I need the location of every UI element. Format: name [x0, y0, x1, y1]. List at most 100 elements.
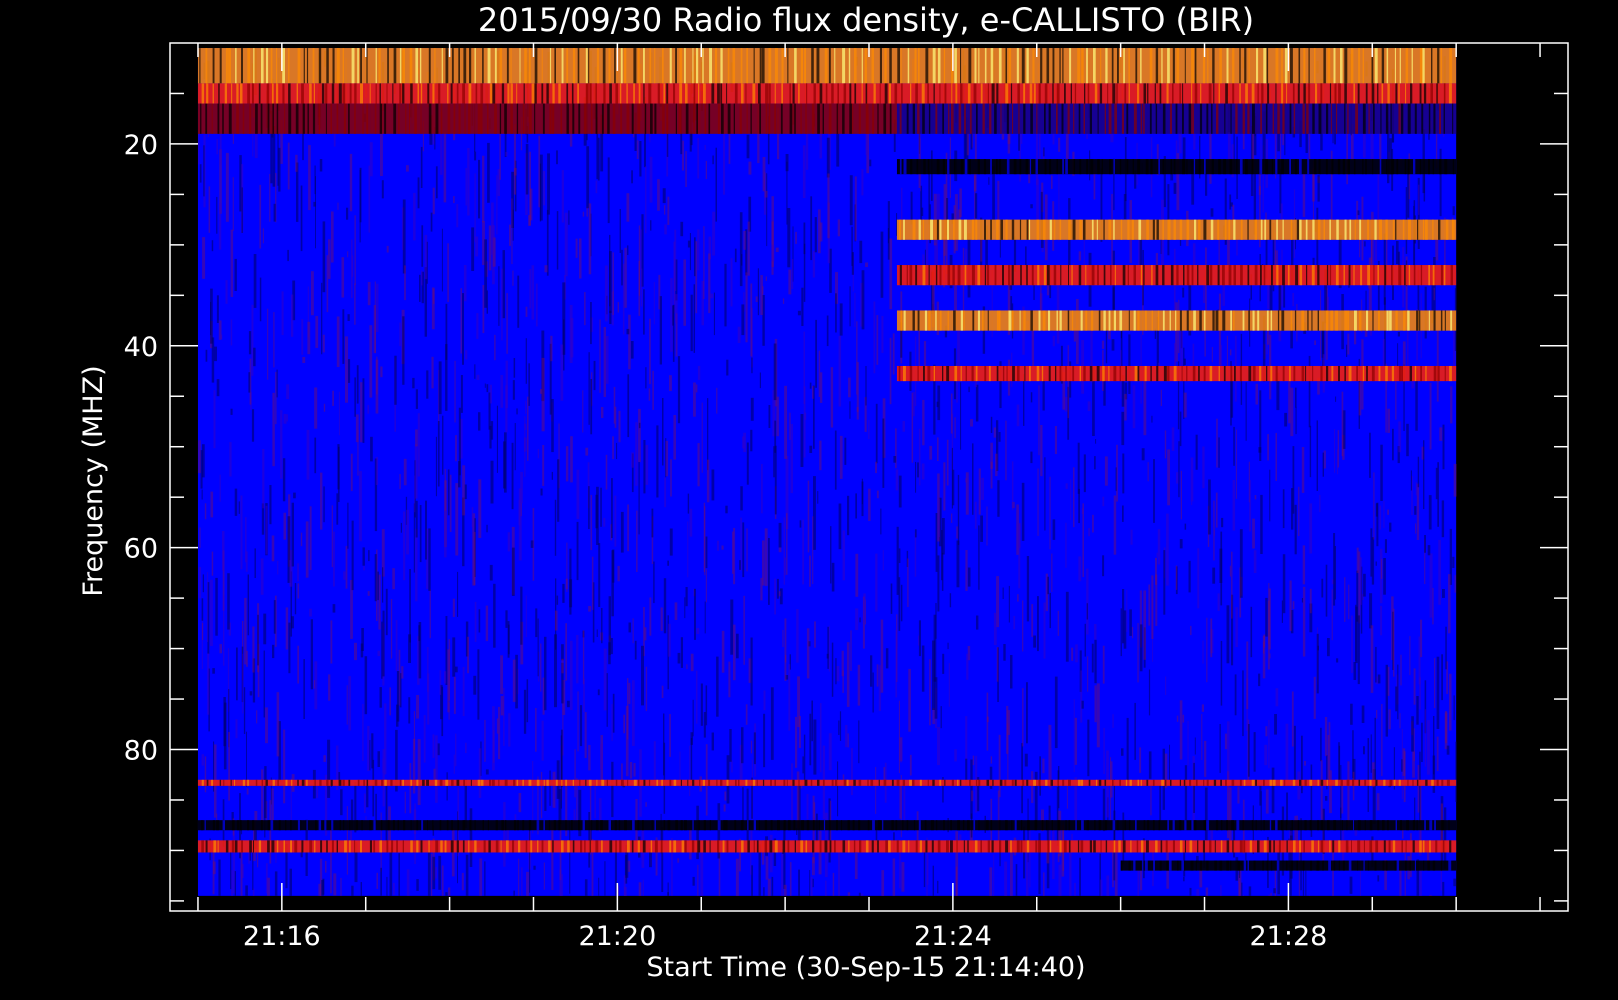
heatmap-band-streak — [794, 840, 796, 853]
heatmap-band-streak — [325, 103, 327, 134]
heatmap-band-streak — [1083, 365, 1086, 382]
heatmap-band-streak — [1016, 48, 1019, 84]
heatmap-speckle — [831, 642, 834, 697]
heatmap-speckle — [797, 310, 801, 316]
heatmap-band-streak — [432, 83, 435, 104]
heatmap-band-streak — [283, 840, 285, 853]
heatmap-band-streak — [420, 83, 423, 104]
heatmap-band-streak — [1215, 310, 1219, 331]
heatmap-band-streak — [1363, 860, 1365, 871]
heatmap-speckle — [257, 614, 259, 666]
heatmap-band-streak — [1431, 779, 1434, 786]
heatmap-band-streak — [1371, 365, 1375, 382]
heatmap-band-streak — [1314, 48, 1316, 84]
heatmap-band-streak — [1444, 310, 1446, 331]
heatmap-band-streak — [290, 840, 292, 853]
heatmap-band-streak — [1409, 365, 1412, 382]
heatmap-speckle — [367, 405, 370, 414]
heatmap-speckle — [323, 755, 326, 762]
heatmap-band-streak — [499, 103, 502, 134]
heatmap-speckle — [1102, 555, 1105, 577]
heatmap-band-streak — [1137, 83, 1140, 104]
heatmap-speckle — [899, 847, 901, 889]
heatmap-speckle — [665, 440, 668, 477]
heatmap-band-streak — [1247, 265, 1250, 286]
heatmap-band-streak — [1449, 48, 1453, 84]
heatmap-speckle — [386, 876, 388, 896]
heatmap-speckle — [795, 716, 798, 768]
heatmap-speckle — [209, 579, 213, 646]
heatmap-band-streak — [572, 48, 576, 84]
heatmap-speckle — [1291, 488, 1294, 530]
heatmap-band-streak — [824, 840, 828, 853]
heatmap-speckle — [1427, 545, 1431, 556]
heatmap-band-streak — [595, 103, 598, 134]
heatmap-speckle — [198, 567, 202, 599]
heatmap-speckle — [1246, 641, 1249, 710]
heatmap-band-streak — [1017, 365, 1020, 382]
heatmap-speckle — [262, 228, 264, 244]
heatmap-band-streak — [1326, 310, 1329, 331]
heatmap-band-streak — [877, 840, 879, 853]
heatmap-band-streak — [360, 48, 362, 84]
heatmap-band-streak — [330, 103, 332, 134]
heatmap-speckle — [228, 732, 230, 801]
heatmap-band-streak — [1306, 103, 1309, 134]
heatmap-speckle — [370, 436, 373, 462]
heatmap-band-streak — [1362, 103, 1366, 134]
heatmap-speckle — [208, 186, 211, 233]
heatmap-band-streak — [848, 840, 850, 853]
heatmap-band-streak — [534, 48, 538, 84]
heatmap-band-streak — [384, 779, 387, 786]
heatmap-speckle — [663, 742, 666, 814]
heatmap-band-streak — [1317, 840, 1320, 853]
heatmap-band-streak — [680, 779, 682, 786]
heatmap-band-streak — [1384, 265, 1387, 286]
heatmap-speckle — [285, 607, 289, 650]
heatmap-band-streak — [1075, 820, 1077, 831]
heatmap-band-streak — [1013, 159, 1017, 175]
heatmap-band-streak — [577, 83, 579, 104]
heatmap-speckle — [314, 387, 318, 429]
heatmap-speckle — [401, 666, 404, 679]
heatmap-speckle — [503, 802, 506, 867]
heatmap-speckle — [662, 188, 666, 204]
heatmap-band-streak — [1398, 365, 1402, 382]
heatmap-band-streak — [884, 48, 887, 84]
heatmap-speckle — [369, 142, 373, 177]
heatmap-band-streak — [955, 83, 958, 104]
heatmap-band-streak — [927, 365, 931, 382]
heatmap-speckle — [733, 527, 736, 585]
heatmap-speckle — [333, 873, 337, 896]
heatmap-speckle — [783, 884, 787, 896]
heatmap-band-streak — [654, 840, 658, 853]
heatmap-band-streak — [1394, 48, 1396, 84]
heatmap-band-streak — [1395, 820, 1397, 831]
heatmap-speckle — [1022, 600, 1024, 652]
heatmap-band-streak — [402, 83, 405, 104]
heatmap-speckle — [812, 251, 816, 278]
heatmap-speckle — [454, 360, 456, 423]
heatmap-band-streak — [1181, 860, 1184, 871]
heatmap-speckle — [798, 869, 800, 896]
heatmap-band-streak — [475, 83, 478, 104]
heatmap-speckle — [375, 359, 379, 414]
heatmap-band-streak — [1145, 159, 1149, 175]
heatmap-band-streak — [735, 840, 737, 853]
heatmap-band-streak — [924, 820, 927, 831]
heatmap-band-streak — [1144, 365, 1147, 382]
heatmap-band-streak — [822, 779, 825, 786]
heatmap-speckle — [551, 399, 554, 453]
heatmap-speckle — [638, 882, 642, 896]
heatmap-speckle — [609, 310, 612, 324]
heatmap-band-streak — [939, 310, 942, 331]
heatmap-band-streak — [848, 48, 851, 84]
heatmap-speckle — [1221, 517, 1224, 528]
heatmap-band-streak — [727, 103, 731, 134]
heatmap-speckle — [638, 261, 641, 316]
heatmap-band-streak — [222, 820, 225, 831]
heatmap-speckle — [399, 474, 401, 489]
heatmap-speckle — [211, 240, 214, 252]
heatmap-band-streak — [585, 83, 589, 104]
heatmap-band-streak — [318, 48, 322, 84]
